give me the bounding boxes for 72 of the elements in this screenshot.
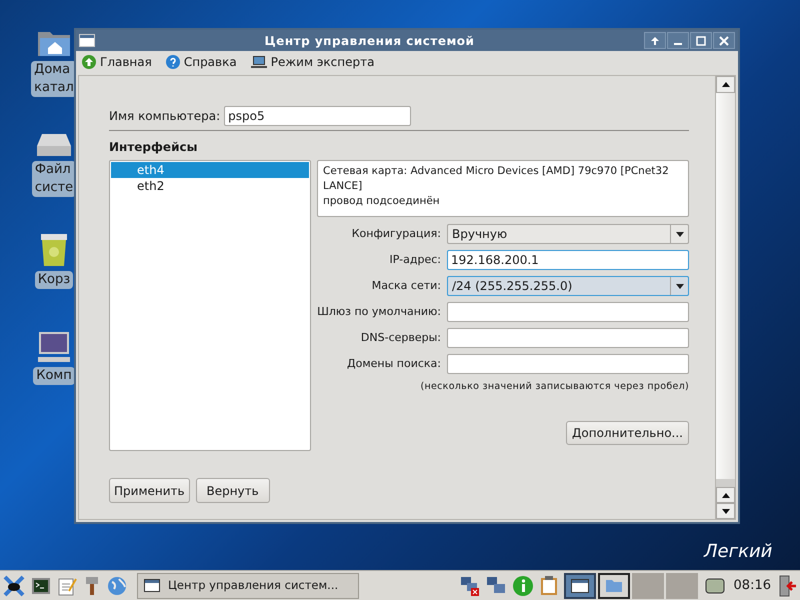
dropdown[interactable]: /24 (255.255.255.0): [447, 276, 689, 296]
screen-icon[interactable]: [704, 576, 726, 594]
input-field[interactable]: [447, 354, 689, 374]
start-menu-icon[interactable]: [3, 574, 25, 596]
network-icon[interactable]: [486, 576, 506, 596]
drive-icon[interactable]: [36, 132, 72, 158]
close-icon: [719, 36, 729, 46]
close-button[interactable]: [713, 32, 735, 49]
desktop-icon-label[interactable]: Дома катал: [31, 61, 77, 97]
field-label: Маска сети:: [370, 278, 441, 294]
info-icon[interactable]: [512, 574, 534, 596]
taskbar-task[interactable]: Центр управления систем...: [137, 572, 359, 598]
field-label: IP-адрес:: [388, 252, 441, 268]
interface-item[interactable]: eth2: [111, 178, 309, 194]
dialog-button[interactable]: Вернуть: [196, 478, 270, 503]
computer-icon[interactable]: [36, 330, 72, 364]
field-label: Домены поиска:: [346, 356, 441, 372]
scroll-up-icon[interactable]: [722, 82, 730, 87]
scroll-down-icon[interactable]: [722, 508, 730, 514]
scrollbar[interactable]: [715, 76, 735, 519]
workspace-button[interactable]: [564, 572, 596, 598]
folder-icon: [606, 579, 622, 592]
scrollbar-track[interactable]: [716, 479, 735, 487]
window-icon: [570, 578, 589, 592]
dialog-button[interactable]: Применить: [109, 478, 190, 503]
field-label: DNS-серверы:: [360, 330, 441, 346]
input-field[interactable]: [447, 328, 689, 348]
toolbar-button[interactable]: Справка: [166, 53, 237, 71]
toolbar-button[interactable]: Режим эксперта: [250, 53, 374, 71]
adapter-info: Сетевая карта: Advanced Micro Devices [AMD] 79c970 [PCnet32 LANCE] провод подсоединён: [317, 160, 689, 217]
hint-text: (несколько значений записываются через пробел): [420, 380, 689, 394]
window-title: Центр управления системой: [264, 32, 476, 50]
maximize-button[interactable]: [690, 32, 712, 49]
globe-icon[interactable]: [107, 576, 127, 596]
desktop-icon-label[interactable]: Комп: [33, 367, 75, 385]
input-field[interactable]: [447, 302, 689, 322]
desktop-icon-label[interactable]: Корз: [34, 271, 74, 289]
up-arrow-icon: [82, 55, 96, 69]
scrollbar-thumb[interactable]: [716, 93, 735, 479]
minimize-button[interactable]: [667, 32, 689, 49]
desktop-icon-label[interactable]: Файл систе: [32, 161, 76, 197]
clipboard-icon[interactable]: [540, 576, 558, 596]
wallpaper-caption: Легкий: [704, 540, 772, 564]
interface-item[interactable]: eth4: [111, 162, 309, 178]
scroll-up-icon[interactable]: [722, 492, 730, 498]
advanced-button[interactable]: Дополнительно...: [566, 421, 689, 446]
window-icon: [79, 34, 95, 47]
raise-button[interactable]: [644, 32, 666, 49]
paint-brush-icon[interactable]: [83, 576, 101, 596]
dropdown[interactable]: Вручную: [447, 224, 689, 244]
notepad-icon[interactable]: [57, 576, 77, 596]
up-arrow-icon: [650, 36, 660, 46]
workspace-button[interactable]: [598, 572, 630, 598]
section-heading: Интерфейсы: [109, 139, 198, 156]
caret-icon: [676, 284, 684, 288]
terminal-icon[interactable]: [31, 576, 51, 594]
input-field[interactable]: 192.168.200.1: [447, 250, 689, 270]
network-error-icon[interactable]: [460, 576, 480, 596]
maximize-icon: [696, 36, 706, 46]
help-icon: [166, 55, 180, 69]
caret-icon: [676, 232, 684, 236]
minimize-icon: [674, 42, 682, 44]
window-icon: [144, 579, 160, 592]
field-label: Конфигурация:: [350, 226, 441, 242]
logout-icon[interactable]: [779, 574, 797, 596]
trash-icon[interactable]: [39, 232, 69, 268]
monitor-icon: [250, 55, 267, 69]
hostname-field[interactable]: pspo5: [224, 106, 412, 126]
field-label: Шлюз по умолчанию:: [317, 304, 441, 320]
clock[interactable]: 08:16: [732, 576, 773, 596]
field-label: Имя компьютера:: [109, 108, 220, 125]
toolbar-button[interactable]: Главная: [82, 53, 152, 71]
